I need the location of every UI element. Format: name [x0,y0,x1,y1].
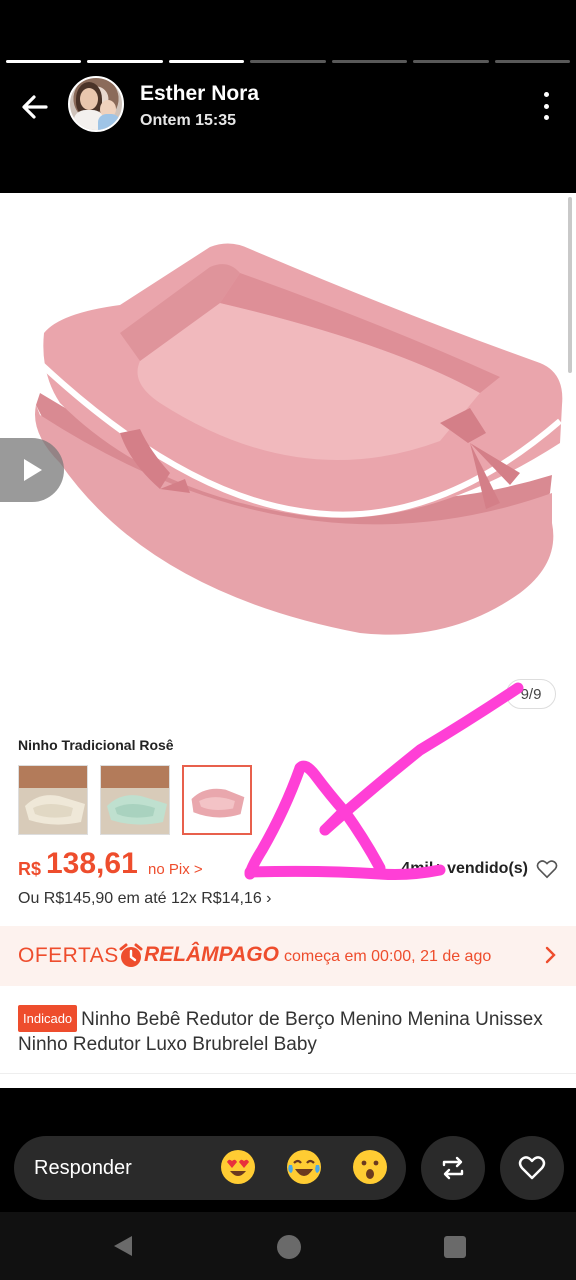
chevron-right-icon [544,946,556,969]
product-title: Ninho Bebê Redutor de Berço Menino Menin… [18,1009,543,1055]
divider [0,1073,576,1074]
progress-segment [413,60,489,63]
progress-segment [494,60,570,63]
story-progress [6,60,570,64]
sold-count: 4mil+ vendido(s) [401,860,528,877]
thumbnail-pink[interactable] [182,765,252,835]
flash-relampago-label: RELÂMPAGO [144,943,279,966]
image-counter: 9/9 [506,679,556,709]
currency-symbol: R$ [18,859,42,879]
progress-segment [168,60,245,63]
product-image [35,243,563,635]
nav-home-icon[interactable] [277,1235,301,1259]
nav-back-icon[interactable] [112,1234,134,1263]
scrollbar[interactable] [568,197,572,373]
more-options-icon[interactable] [536,92,556,120]
reply-placeholder: Responder [34,1157,132,1179]
progress-segment [6,60,82,63]
like-heart-button[interactable] [500,1136,564,1200]
flash-sale-banner[interactable]: OFERTAS RELÂMPAGO começa em 00:00, 21 de… [0,926,576,986]
variant-thumbnails [18,765,252,835]
variant-title: Ninho Tradicional Rosê [18,737,174,753]
pix-link[interactable]: no Pix > [148,861,203,878]
price: 138,61 [46,847,138,880]
progress-segment [331,60,408,63]
avatar[interactable] [68,76,124,132]
story-timestamp: Ontem 15:35 [140,112,237,129]
favorite-heart-icon[interactable] [536,859,558,884]
flash-start-time: começa em 00:00, 21 de ago [284,948,492,965]
back-arrow-icon[interactable] [18,90,52,124]
system-navigation-bar [0,1212,576,1280]
surprised-emoji-icon[interactable] [352,1149,388,1185]
story-content: 9/9 Ninho Tradicional Rosê R$ 138,61 no … [0,193,576,1088]
thumbnail-cream[interactable] [18,765,88,835]
tears-of-joy-emoji-icon[interactable] [286,1149,322,1185]
heart-eyes-emoji-icon[interactable] [220,1149,256,1185]
reply-input[interactable]: Responder [14,1136,406,1200]
share-repost-button[interactable] [421,1136,485,1200]
video-play-button[interactable] [0,438,64,502]
indicado-badge: Indicado [18,1005,78,1032]
price-row: R$ 138,61 no Pix > 4mil+ vendido(s) [18,847,558,883]
story-header: Esther Nora Ontem 15:35 [0,72,576,142]
progress-segment [87,60,163,63]
product-title-block[interactable]: Indicado Ninho Bebê Redutor de Berço Meni… [18,1005,558,1057]
progress-segment [250,60,326,63]
thumbnail-green[interactable] [100,765,170,835]
alarm-clock-icon [118,943,144,974]
flash-ofertas-label: OFERTAS [18,944,119,967]
user-name[interactable]: Esther Nora [140,82,259,106]
installments-info[interactable]: Ou R$145,90 em até 12x R$14,16 › [18,890,272,908]
nav-recents-icon[interactable] [444,1236,466,1258]
